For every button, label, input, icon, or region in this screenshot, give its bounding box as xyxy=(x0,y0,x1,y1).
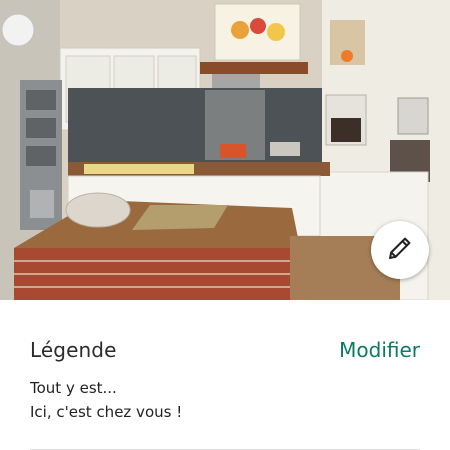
caption-line: Ici, c'est chez vous ! xyxy=(30,403,183,421)
caption-text: Tout y est... Ici, c'est chez vous ! xyxy=(30,376,420,424)
caption-title: Légende xyxy=(30,338,117,362)
caption-header: Légende Modifier xyxy=(30,338,420,362)
pencil-icon xyxy=(385,233,415,267)
caption-line: Tout y est... xyxy=(30,379,117,397)
edit-photo-button[interactable] xyxy=(371,221,429,279)
caption-section: Légende Modifier Tout y est... Ici, c'es… xyxy=(30,338,420,424)
modify-caption-link[interactable]: Modifier xyxy=(339,338,420,362)
